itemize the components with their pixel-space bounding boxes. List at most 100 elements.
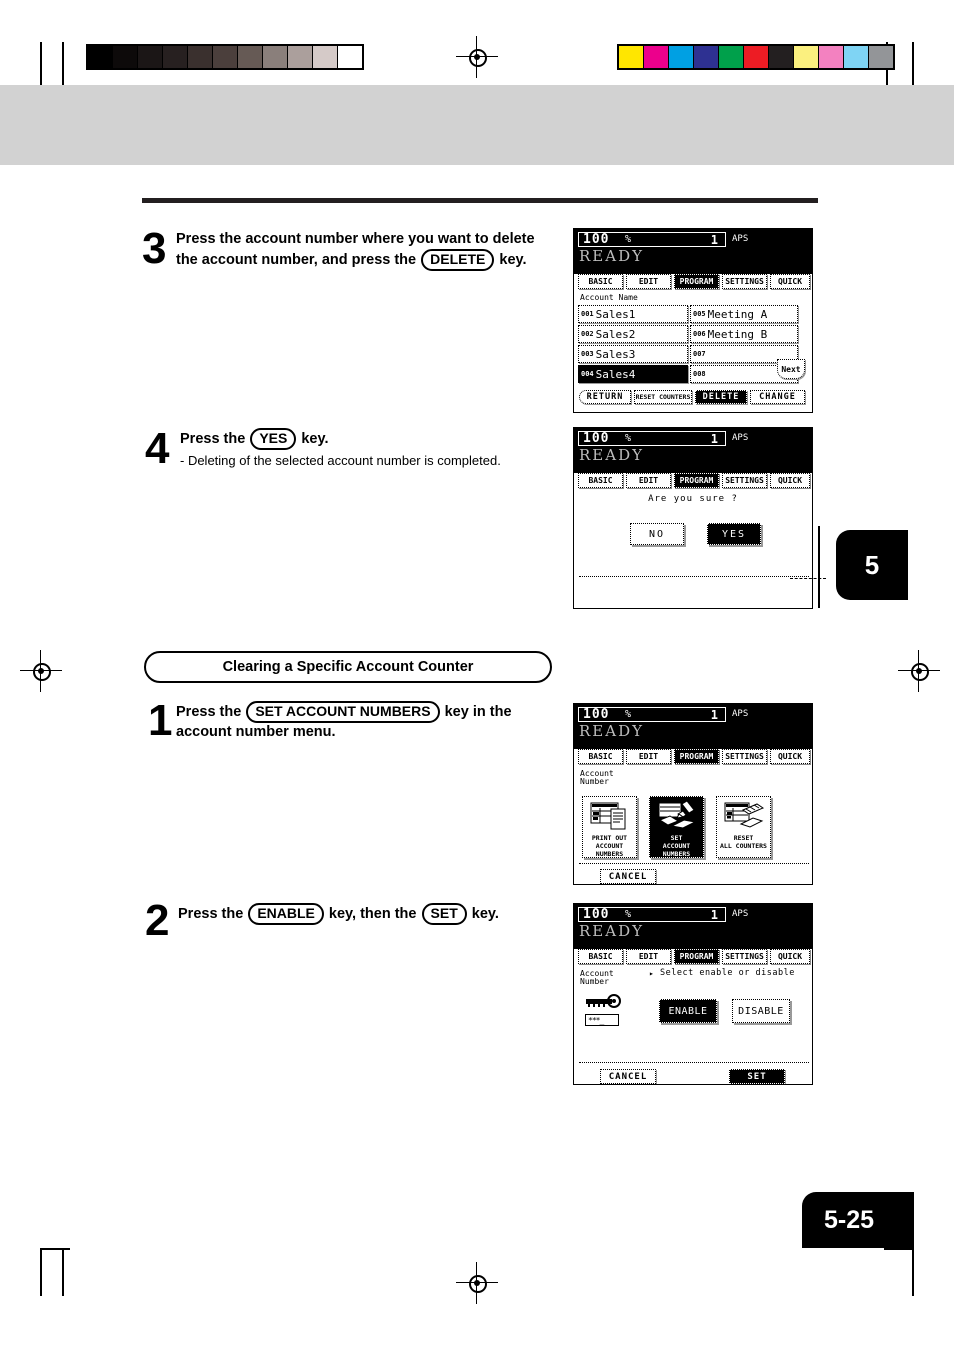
calibration-swatch-5 [213,46,237,68]
lcd-account-menu-screen[interactable]: 100 % 1 APS READY BASIC EDIT PROGRAM SET… [573,703,813,885]
lcd4-status-text: READY [579,922,645,940]
reset-counters-tile-cap1: RESET [733,834,754,842]
lcd4-zoom-ratio: 100 [583,907,610,922]
step-4-note: - Deleting of the selected account numbe… [180,453,501,468]
page-number-tab: 5-25 [802,1192,914,1248]
lcd4-account-label-line2: Number [580,977,609,986]
lcd3-percent-sign: % [625,709,632,720]
no-button[interactable]: NO [630,523,684,545]
step-3-line1: Press the account number where you want … [176,231,535,247]
calibration-swatch-9 [844,46,868,68]
calibration-swatch-10 [338,46,362,68]
lcd-confirm-screen[interactable]: 100 % 1 APS READY BASIC EDIT PROGRAM SET… [573,427,813,609]
lcd-account-list-screen[interactable]: 100 % 1 APS READY BASIC EDIT PROGRAM SET… [573,228,813,413]
lcd4-set-button[interactable]: SET [729,1069,785,1084]
registration-crosshair-right [898,650,940,692]
lcd2-tab-edit[interactable]: EDIT [626,473,671,488]
lcd3-tab-settings[interactable]: SETTINGS [722,749,767,764]
confirm-message: Are you sure ? [648,494,738,504]
calibration-swatch-0 [619,46,643,68]
lcd2-tab-settings[interactable]: SETTINGS [722,473,767,488]
lcd4-divider [579,1062,809,1063]
disable-button[interactable]: DISABLE [732,999,790,1023]
set-account-numbers-keycap: SET ACCOUNT NUMBERS [246,701,440,723]
page-number-text: 5-25 [824,1205,875,1234]
lcd3-tab-quick[interactable]: QUICK [770,749,810,764]
lcd3-zoom-ratio: 100 [583,707,610,722]
crop-mark-top-left-inner [62,42,68,90]
lcd3-tab-basic[interactable]: BASIC [578,749,623,764]
return-button[interactable]: RETURN [579,390,631,404]
reset-counters-button[interactable]: RESET COUNTERS [634,390,692,404]
calibration-swatch-6 [769,46,793,68]
lcd2-tab-program[interactable]: PROGRAM [674,473,719,488]
account-row-005-name: Meeting A [707,307,768,321]
lcd2-tab-quick[interactable]: QUICK [770,473,810,488]
lcd4-copy-count: 1 [710,908,718,922]
print-out-account-numbers-tile[interactable]: PRINT OUT ACCOUNT NUMBERS [582,796,637,858]
lcd1-status-text: READY [579,247,645,265]
account-row-002[interactable]: 002 Sales2 [578,325,688,343]
change-button[interactable]: CHANGE [750,390,805,404]
lcd3-tab-bar: BASIC EDIT PROGRAM SETTINGS QUICK [574,749,812,766]
print-out-tile-cap2: ACCOUNT NUMBERS [595,842,624,858]
step-4-line1-post: key. [297,431,329,447]
account-row-003[interactable]: 003 Sales3 [578,345,688,363]
reset-all-counters-tile[interactable]: RESET ALL COUNTERS [716,796,771,858]
calibration-swatch-4 [719,46,743,68]
lcd3-status-text: READY [579,722,645,740]
lcd4-tab-basic[interactable]: BASIC [578,949,623,964]
bleed-dash-line-right [790,578,826,579]
account-row-001[interactable]: 001 Sales1 [578,305,688,323]
lcd4-tab-edit[interactable]: EDIT [626,949,671,964]
yes-keycap: YES [250,428,297,450]
lcd1-tab-program[interactable]: PROGRAM [674,274,719,289]
grayscale-calibration-bar [86,44,364,70]
lcd1-tab-edit[interactable]: EDIT [626,274,671,289]
lcd4-tab-quick[interactable]: QUICK [770,949,810,964]
lcd4-percent-sign: % [625,909,632,920]
step-2-mid: key, then the [324,906,421,922]
step-2-instruction: Press the ENABLE key, then the SET key. [178,903,570,925]
enable-button[interactable]: ENABLE [659,999,717,1023]
set-account-numbers-tile[interactable]: SET ACCOUNT NUMBERS [649,796,704,858]
lcd1-tab-quick[interactable]: QUICK [770,274,810,289]
calibration-swatch-3 [163,46,187,68]
lcd1-body: Account Name 001 Sales1 002 Sales2 003 S… [574,293,812,412]
lcd1-tab-settings[interactable]: SETTINGS [722,274,767,289]
calibration-swatch-1 [113,46,137,68]
account-row-007-index: 007 [693,350,706,358]
delete-button[interactable]: DELETE [695,390,747,404]
lcd1-tab-basic[interactable]: BASIC [578,274,623,289]
lcd3-cancel-button[interactable]: CANCEL [600,869,656,884]
lcd3-tab-program[interactable]: PROGRAM [674,749,719,764]
lcd-enable-disable-screen[interactable]: 100 % 1 APS READY BASIC EDIT PROGRAM SET… [573,903,813,1085]
lcd3-tab-edit[interactable]: EDIT [626,749,671,764]
account-row-006[interactable]: 006 Meeting B [690,325,798,343]
lcd4-cancel-button[interactable]: CANCEL [600,1069,656,1084]
calibration-swatch-1 [644,46,668,68]
lcd4-tab-program[interactable]: PROGRAM [674,949,719,964]
lcd4-status-bar: 100 % 1 APS READY [574,904,812,949]
color-calibration-bar [617,44,895,70]
lcd1-ratio-box: 100 % 1 [578,232,726,247]
lcd2-tab-basic[interactable]: BASIC [578,473,623,488]
calibration-swatch-2 [138,46,162,68]
lcd1-copy-count: 1 [710,233,718,247]
next-page-button[interactable]: Next [777,359,805,379]
account-row-006-index: 006 [693,330,706,338]
account-row-003-name: Sales3 [595,347,636,361]
crop-mark-bottom-right [884,1248,914,1296]
header-grey-band [0,85,954,165]
account-row-005[interactable]: 005 Meeting A [690,305,798,323]
account-row-005-index: 005 [693,310,706,318]
chapter-thumb-tab: 5 [836,530,908,600]
lcd2-tab-bar: BASIC EDIT PROGRAM SETTINGS QUICK [574,473,812,490]
account-row-004[interactable]: 004 Sales4 [578,365,688,383]
lcd1-paper-mode: APS [732,234,749,244]
registration-crosshair-left [20,650,62,692]
lcd4-tab-settings[interactable]: SETTINGS [722,949,767,964]
yes-button[interactable]: YES [707,523,761,545]
chapter-thumb-tab-number: 5 [864,549,880,580]
lcd3-status-bar: 100 % 1 APS READY [574,704,812,749]
